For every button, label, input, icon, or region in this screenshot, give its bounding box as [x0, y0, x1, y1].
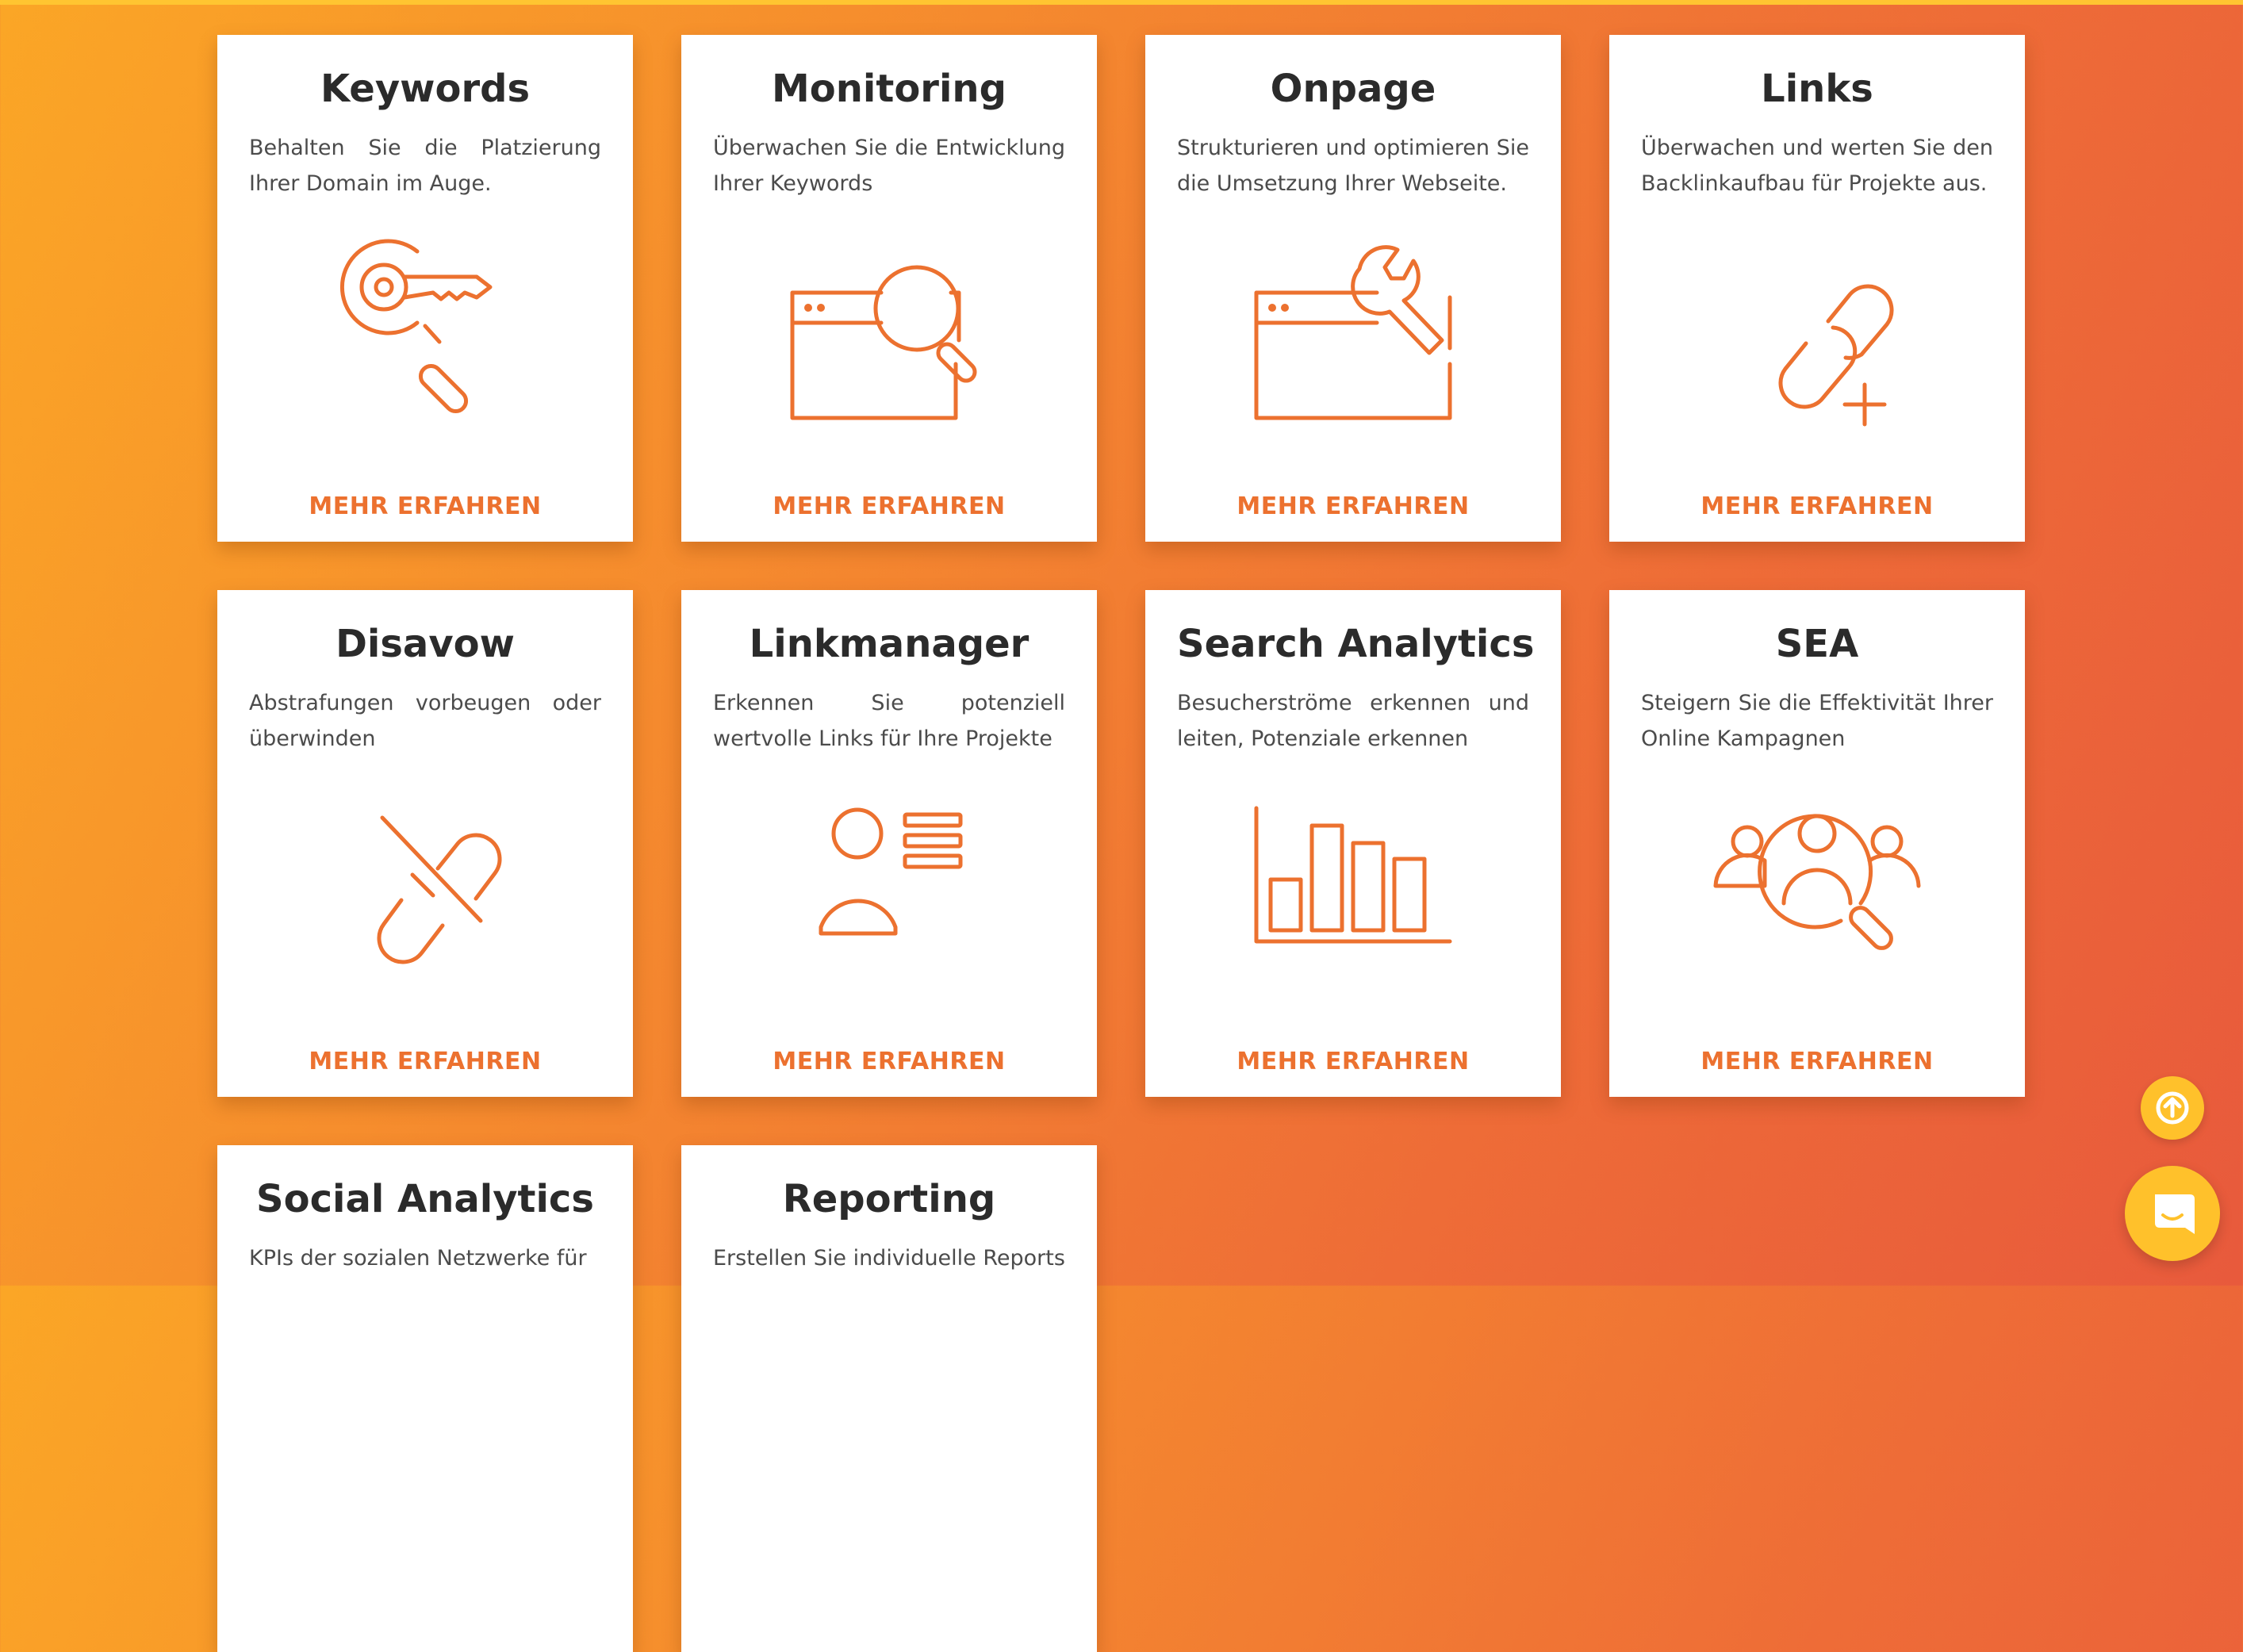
card-description: Erkennen Sie potenziell wertvolle Links …: [713, 691, 1065, 751]
arrow-up-circle-icon: [2156, 1091, 2189, 1125]
card-onpage: Onpage Strukturieren und optimieren Sie …: [1145, 35, 1561, 542]
card-title: Linkmanager: [749, 622, 1029, 666]
card-keywords: Keywords Behalten Sie die Platzierung Ih…: [217, 35, 633, 542]
card-links: Links Überwachen und werten Sie den Back…: [1609, 35, 2025, 542]
card-description: Behalten Sie die Platzierung Ihrer Domai…: [249, 136, 601, 196]
card-description: Überwachen und werten Sie den Backlinkau…: [1641, 136, 1993, 196]
mehr-erfahren-link[interactable]: MEHR ERFAHREN: [217, 491, 633, 523]
card-title: Monitoring: [772, 67, 1006, 111]
card-title: Keywords: [320, 67, 531, 111]
mehr-erfahren-link[interactable]: MEHR ERFAHREN: [217, 1046, 633, 1078]
card-search-analytics: Search Analytics Besucherströme erkennen…: [1145, 590, 1561, 1097]
card-title: Search Analytics: [1177, 622, 1535, 666]
card-description: Erstellen Sie individuelle Reports: [713, 1246, 1065, 1271]
browser-wrench-icon: [1234, 229, 1472, 435]
card-description: Abstrafungen vorbeugen oder überwinden: [249, 691, 601, 751]
broken-link-icon: [306, 784, 544, 991]
card-disavow: Disavow Abstrafungen vorbeugen oder über…: [217, 590, 633, 1097]
card-description: Besucherströme erkennen und leiten, Pote…: [1177, 691, 1529, 751]
card-title: Social Analytics: [256, 1177, 594, 1221]
card-sea: SEA Steigern Sie die Effektivität Ihrer …: [1609, 590, 2025, 1097]
chat-icon: [2155, 1194, 2195, 1234]
browser-magnifier-icon: [770, 229, 1008, 435]
user-list-icon: [770, 784, 1008, 991]
chat-launcher-button[interactable]: [2125, 1166, 2220, 1261]
card-title: Reporting: [782, 1177, 996, 1221]
scroll-to-top-button[interactable]: [2141, 1076, 2204, 1140]
card-title: Onpage: [1270, 67, 1436, 111]
mehr-erfahren-link[interactable]: MEHR ERFAHREN: [681, 491, 1097, 523]
mehr-erfahren-link[interactable]: MEHR ERFAHREN: [1145, 491, 1561, 523]
audience-search-icon: [1698, 784, 1936, 991]
card-title: Links: [1761, 67, 1873, 111]
mehr-erfahren-link[interactable]: MEHR ERFAHREN: [1609, 491, 2025, 523]
card-social-analytics: Social Analytics KPIs der sozialen Netzw…: [217, 1145, 633, 1652]
card-reporting: Reporting Erstellen Sie individuelle Rep…: [681, 1145, 1097, 1652]
mehr-erfahren-link[interactable]: MEHR ERFAHREN: [1609, 1046, 2025, 1078]
link-add-icon: [1698, 229, 1936, 435]
card-title: Disavow: [335, 622, 515, 666]
card-description: KPIs der sozialen Netzwerke für: [249, 1246, 587, 1271]
top-accent-line: [0, 0, 2243, 5]
key-search-icon: [306, 229, 544, 435]
card-description: Steigern Sie die Effektivität Ihrer Onli…: [1641, 691, 1993, 751]
mehr-erfahren-link[interactable]: MEHR ERFAHREN: [1145, 1046, 1561, 1078]
card-title: SEA: [1775, 622, 1859, 666]
card-linkmanager: Linkmanager Erkennen Sie potenziell wert…: [681, 590, 1097, 1097]
card-description: Strukturieren und optimieren Sie die Ums…: [1177, 136, 1529, 196]
bar-chart-icon: [1234, 784, 1472, 991]
card-description: Überwachen Sie die Entwicklung Ihrer Key…: [713, 136, 1065, 196]
card-monitoring: Monitoring Überwachen Sie die Entwicklun…: [681, 35, 1097, 542]
mehr-erfahren-link[interactable]: MEHR ERFAHREN: [681, 1046, 1097, 1078]
